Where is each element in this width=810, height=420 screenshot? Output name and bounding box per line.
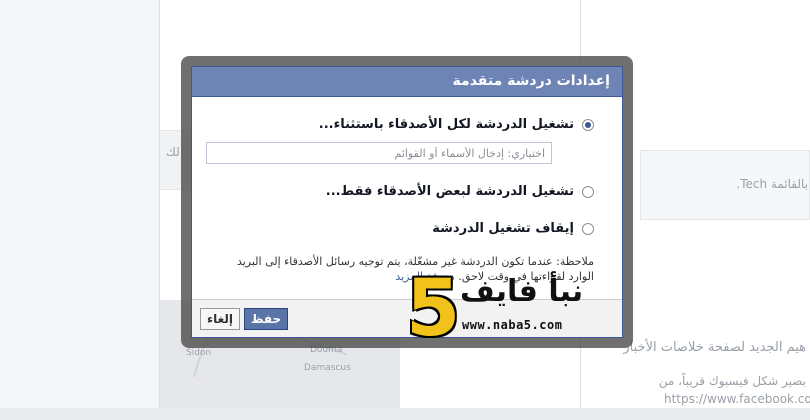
- logo-word: نبأ فايف: [460, 274, 584, 309]
- dialog-body: تشغيل الدردشة لكل الأصدقاء باستثناء... ت…: [192, 97, 622, 284]
- option-all-except[interactable]: تشغيل الدردشة لكل الأصدقاء باستثناء...: [206, 117, 594, 132]
- bg-left-text: لك: [166, 145, 180, 159]
- radio-turn-off[interactable]: [582, 222, 594, 235]
- naba5-watermark-logo: 5 نبأ فايف www.naba5.com: [400, 264, 610, 354]
- option-some-only-label: تشغيل الدردشة لبعض الأصدقاء فقط...: [325, 184, 574, 199]
- exceptions-input[interactable]: [206, 142, 552, 164]
- map-label-damascus: Damascus: [304, 363, 351, 373]
- option-all-except-label: تشغيل الدردشة لكل الأصدقاء باستثناء...: [318, 117, 574, 132]
- radio-all-except[interactable]: [582, 118, 594, 131]
- logo-digit: 5: [406, 264, 461, 354]
- bg-tech-text: بالقائمة Tech.: [736, 177, 808, 191]
- option-some-only[interactable]: تشغيل الدردشة لبعض الأصدقاء فقط...: [206, 184, 594, 199]
- logo-url: www.naba5.com: [462, 318, 563, 332]
- left-column: [0, 0, 160, 408]
- bg-news-text: هيم الجديد لصفحة خلاصات الأخبار: [623, 340, 806, 355]
- radio-some-only[interactable]: [582, 185, 594, 198]
- map-label-sidon: Sidon: [186, 348, 212, 358]
- option-turn-off[interactable]: إيقاف تشغيل الدردشة: [206, 221, 594, 236]
- dialog-title: إعدادات دردشة متقدمة: [192, 67, 622, 97]
- option-turn-off-label: إيقاف تشغيل الدردشة: [432, 221, 574, 236]
- save-button[interactable]: حفظ: [244, 308, 289, 330]
- cancel-button[interactable]: إلغاء: [200, 308, 241, 330]
- bg-facebook-text: بصير شكل فيسبوك قريباً، من: [658, 374, 806, 388]
- bg-url-text: https://www.facebook.co: [664, 392, 810, 406]
